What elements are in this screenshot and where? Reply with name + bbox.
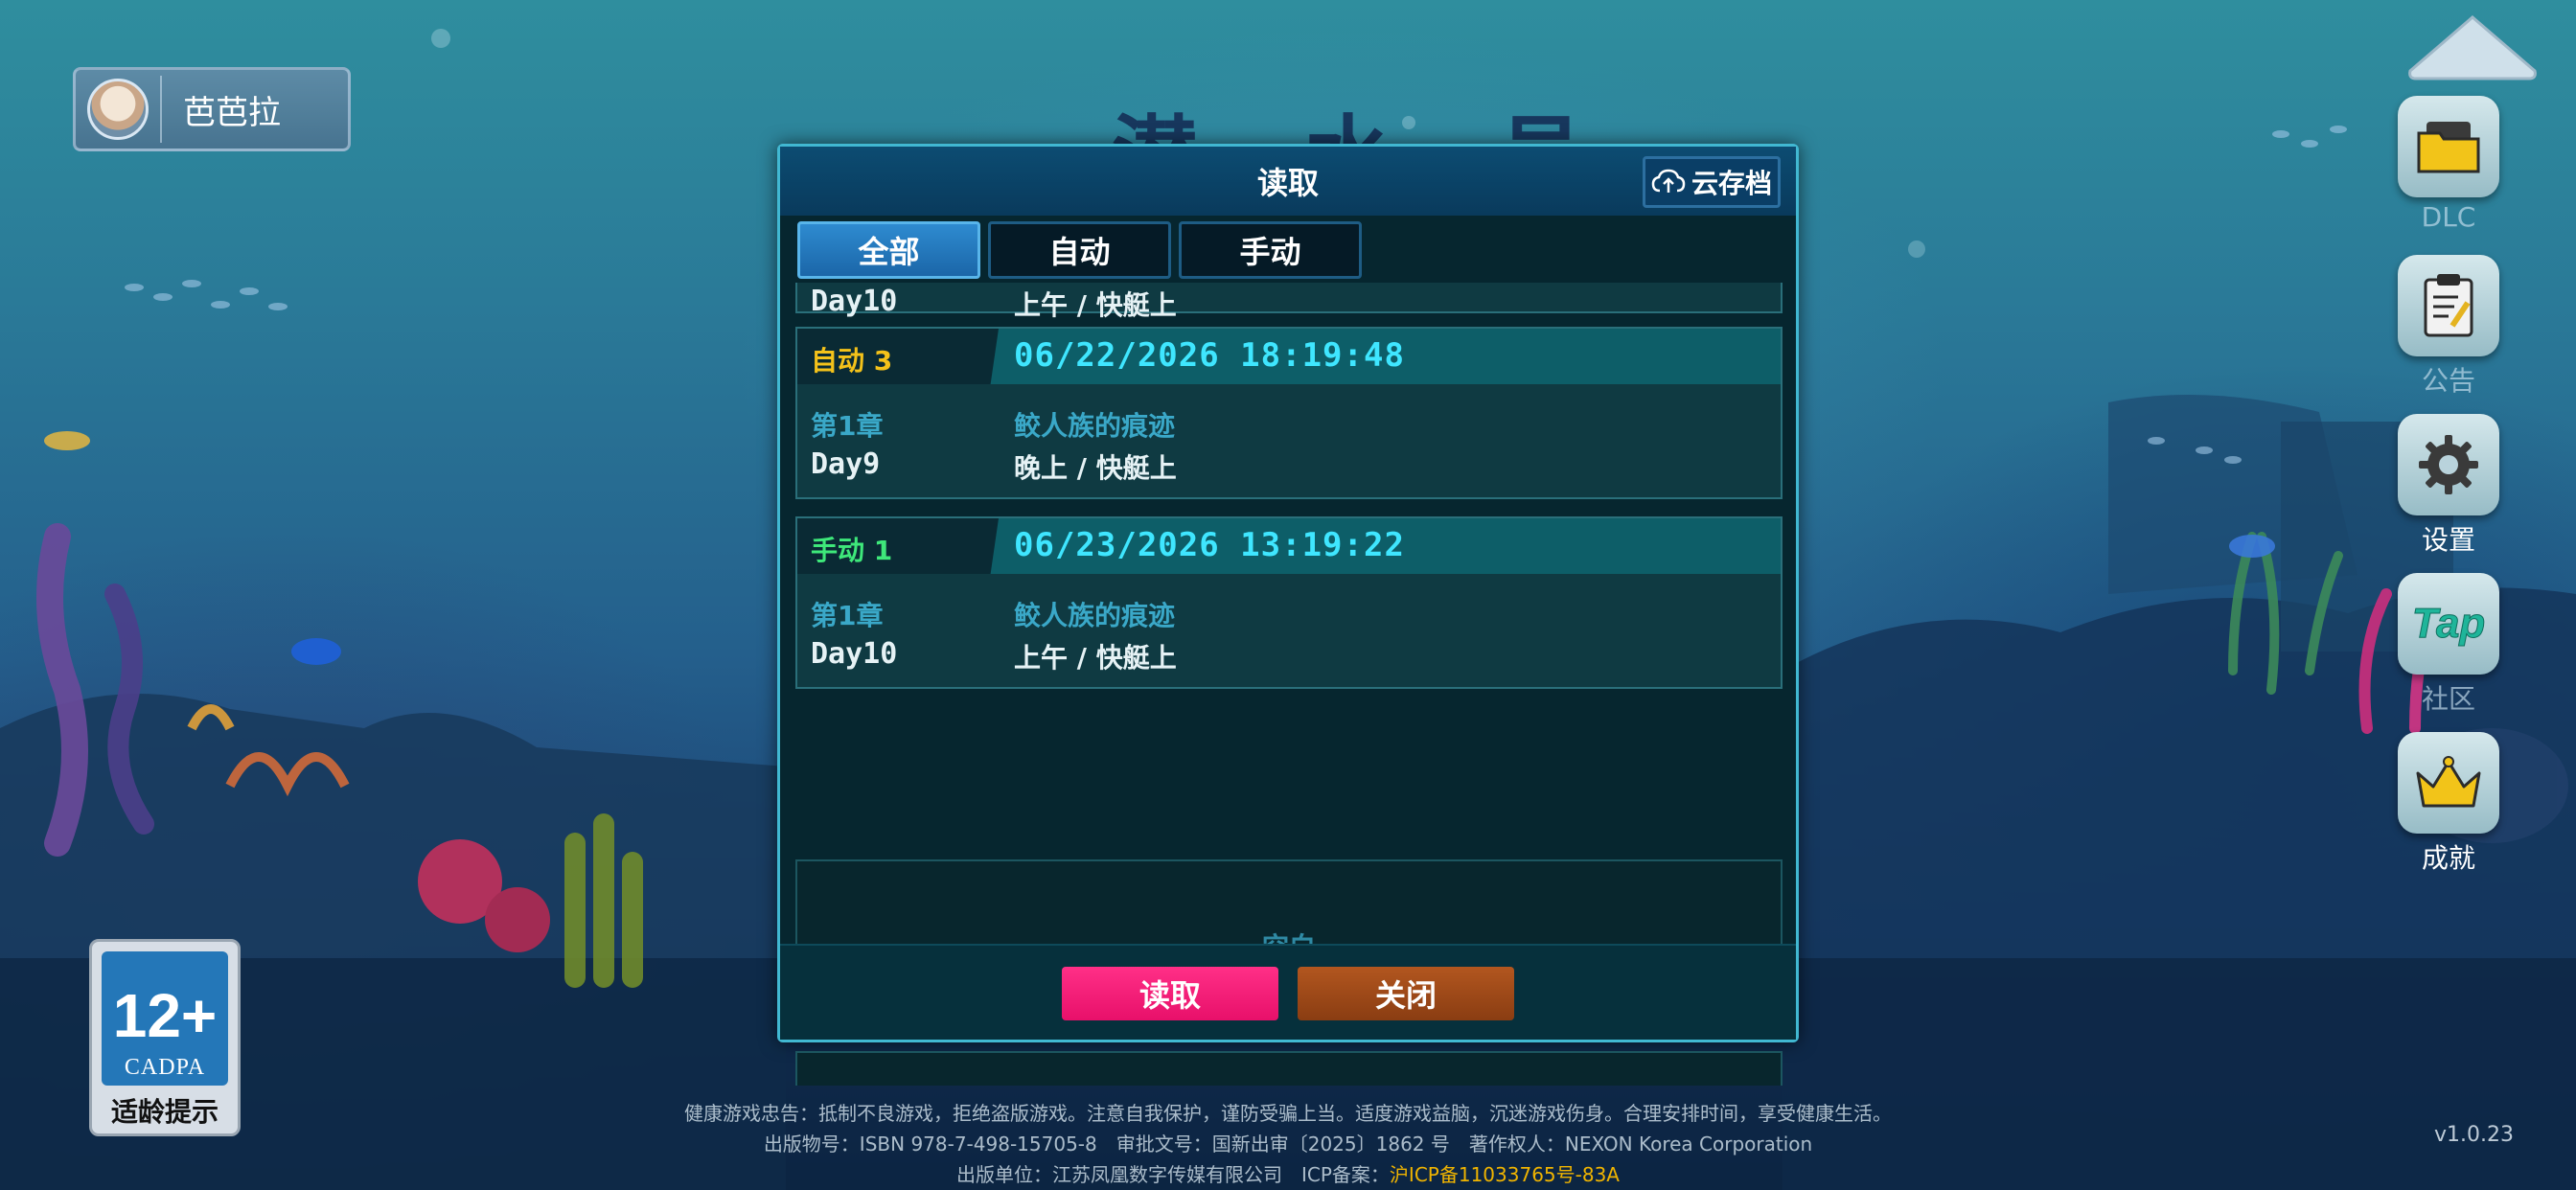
folder-icon — [2417, 122, 2480, 173]
player-profile[interactable]: 芭芭拉 — [73, 67, 351, 151]
age-rating-org: CADPA — [124, 1055, 206, 1080]
load-dialog: 读取 云存档 全部 自动 手动 Day10 上午 / 快艇上 自动 3 06/2… — [777, 144, 1799, 1086]
achievements-label: 成就 — [2421, 842, 2475, 874]
slot-time: 上午 / 快艇上 — [1014, 642, 1177, 674]
slot-datetime: 06/22/2026 18:19:48 — [1014, 336, 1405, 375]
publisher-info: 出版单位：江苏凤凰数字传媒有限公司 ICP备案：沪ICP备11033765号-8… — [0, 1159, 2576, 1190]
slot-day: Day10 — [811, 637, 898, 671]
dlc-button[interactable] — [2398, 96, 2499, 197]
cloud-save-label: 云存档 — [1690, 168, 1772, 199]
collapse-arrow-icon[interactable] — [2401, 13, 2544, 82]
save-slot-partial[interactable]: Day10 上午 / 快艇上 — [795, 283, 1782, 321]
age-rating-logo: 12+ CADPA — [102, 951, 228, 1086]
dialog-title: 读取 — [1256, 165, 1319, 201]
slot-chapter-name: 鲛人族的痕迹 — [1014, 410, 1176, 442]
community-button[interactable]: Tap — [2398, 573, 2499, 675]
save-slot-partial[interactable] — [795, 1051, 1782, 1086]
save-slot-auto-3[interactable]: 自动 3 06/22/2026 18:19:48 第1章 鲛人族的痕迹 Day9… — [795, 327, 1782, 499]
dlc-label: DLC — [2421, 201, 2476, 233]
slot-header: 自动 3 06/22/2026 18:19:48 — [797, 329, 1781, 384]
tab-manual[interactable]: 手动 — [1179, 221, 1362, 279]
health-advisory: 健康游戏忠告：抵制不良游戏，拒绝盗版游戏。注意自我保护，谨防受骗上当。适度游戏益… — [684, 1102, 1892, 1125]
read-button[interactable]: 读取 — [1062, 967, 1278, 1020]
slot-chapter: 第1章 — [811, 600, 884, 631]
dialog-header: 读取 云存档 — [780, 147, 1796, 216]
filter-tabs: 全部 自动 手动 — [797, 221, 1362, 279]
clipboard-icon — [2424, 274, 2473, 337]
notice-label: 公告 — [2421, 365, 2475, 397]
avatar — [87, 79, 149, 140]
publication-info: 出版物号：ISBN 978-7-498-15705-8 审批文号：国新出审〔20… — [763, 1133, 1813, 1156]
tab-all[interactable]: 全部 — [797, 221, 980, 279]
slot-label: 自动 3 — [811, 345, 893, 377]
community-label: 社区 — [2421, 683, 2475, 715]
dialog-footer: 读取 关闭 — [780, 944, 1796, 1040]
settings-button[interactable] — [2398, 414, 2499, 515]
tab-auto[interactable]: 自动 — [988, 221, 1171, 279]
settings-label: 设置 — [2421, 524, 2475, 556]
slot-time: 晚上 / 快艇上 — [1014, 452, 1177, 484]
icp-link[interactable]: 沪ICP备11033765号-83A — [1390, 1163, 1620, 1186]
slot-time: 上午 / 快艇上 — [1014, 289, 1177, 321]
slot-chapter-name: 鲛人族的痕迹 — [1014, 600, 1176, 631]
close-button[interactable]: 关闭 — [1298, 967, 1514, 1020]
legal-footer: 健康游戏忠告：抵制不良游戏，拒绝盗版游戏。注意自我保护，谨防受骗上当。适度游戏益… — [0, 1098, 2576, 1190]
tap-logo-icon: Tap — [2411, 600, 2486, 648]
slot-datetime: 06/23/2026 13:19:22 — [1014, 526, 1405, 564]
slot-day: Day9 — [811, 447, 881, 481]
publisher-text: 出版单位：江苏凤凰数字传媒有限公司 ICP备案： — [955, 1163, 1390, 1186]
divider — [160, 76, 162, 143]
cloud-upload-icon — [1651, 169, 1686, 193]
slot-label: 手动 1 — [811, 535, 893, 566]
gear-icon — [2419, 435, 2478, 494]
slot-chapter: 第1章 — [811, 410, 884, 442]
version-label: v1.0.23 — [2434, 1123, 2514, 1147]
crown-icon — [2416, 756, 2481, 808]
cloud-save-button[interactable]: 云存档 — [1643, 156, 1781, 208]
svg-text:Tap: Tap — [2412, 600, 2486, 647]
achievements-button[interactable] — [2398, 732, 2499, 834]
slot-day: Day10 — [811, 285, 898, 318]
age-rating-number: 12+ — [112, 981, 218, 1050]
save-slot-manual-1[interactable]: 手动 1 06/23/2026 13:19:22 第1章 鲛人族的痕迹 Day1… — [795, 516, 1782, 689]
slot-header: 手动 1 06/23/2026 13:19:22 — [797, 518, 1781, 574]
notice-button[interactable] — [2398, 255, 2499, 356]
player-name: 芭芭拉 — [183, 93, 281, 132]
